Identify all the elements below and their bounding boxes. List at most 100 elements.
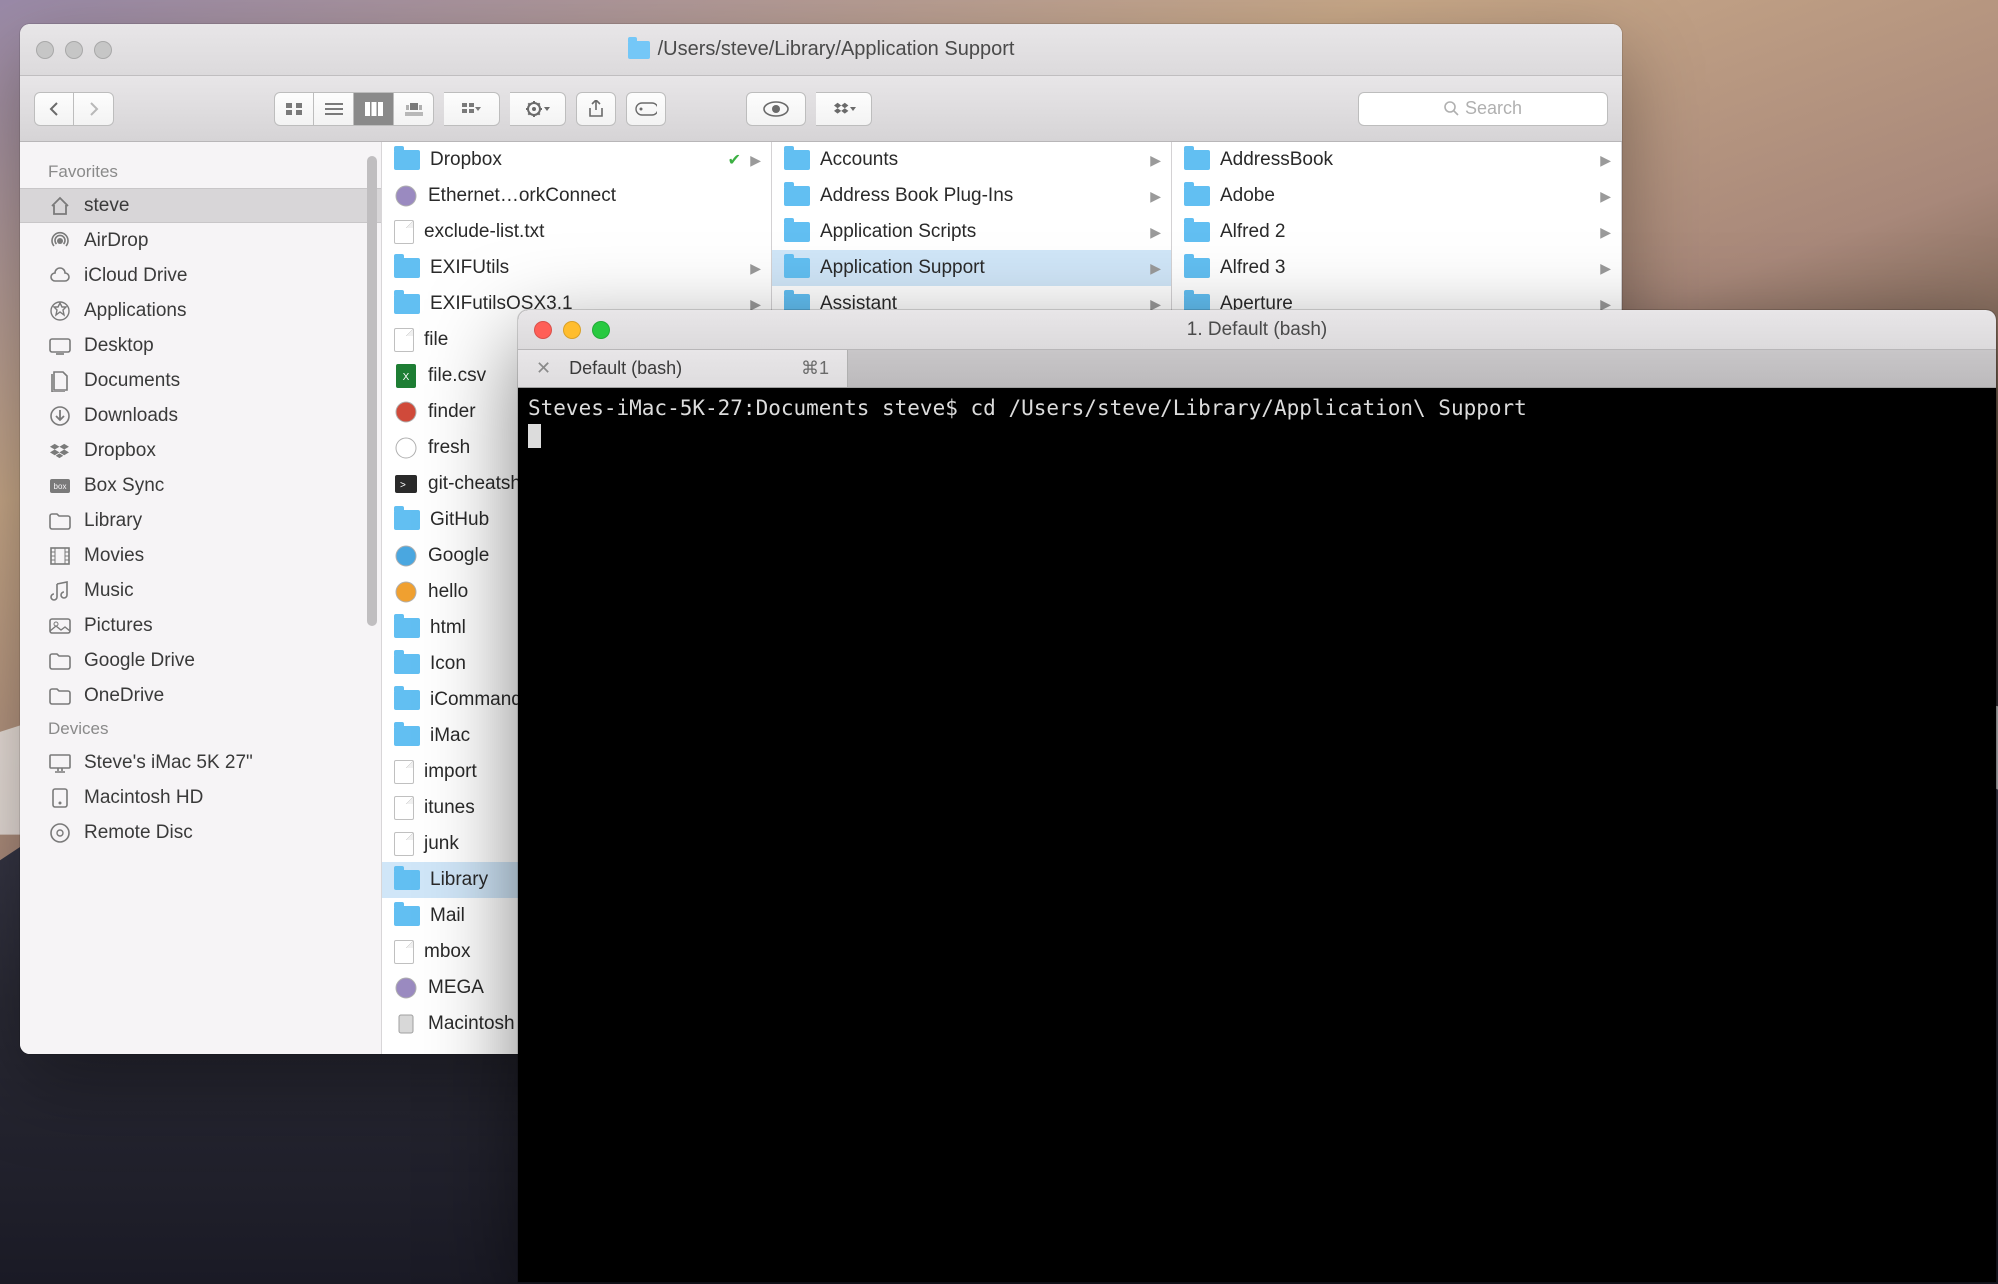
sidebar-item-label: Remote Disc [84, 822, 193, 844]
file-row[interactable]: Accounts▶ [772, 142, 1171, 178]
icon-view-button[interactable] [274, 92, 314, 126]
sidebar-item-macintosh-hd[interactable]: Macintosh HD [20, 780, 381, 815]
folder-icon [394, 618, 420, 638]
back-button[interactable] [34, 92, 74, 126]
sidebar-item-movies[interactable]: Movies [20, 538, 381, 573]
sidebar-item-label: steve [84, 195, 129, 217]
sidebar-item-label: Movies [84, 545, 144, 567]
sidebar-item-label: Documents [84, 370, 180, 392]
sidebar-item-music[interactable]: Music [20, 573, 381, 608]
file-row[interactable]: Application Scripts▶ [772, 214, 1171, 250]
terminal-titlebar[interactable]: 1. Default (bash) [518, 310, 1996, 350]
terminal-tab[interactable]: ✕ Default (bash) ⌘1 [518, 350, 848, 387]
file-name: html [430, 617, 466, 639]
sidebar-item-steve-s-imac-5k-27-[interactable]: Steve's iMac 5K 27" [20, 745, 381, 780]
hdd-icon [48, 786, 72, 810]
sidebar-item-box-sync[interactable]: boxBox Sync [20, 468, 381, 503]
sidebar-item-remote-disc[interactable]: Remote Disc [20, 815, 381, 850]
sidebar-item-airdrop[interactable]: AirDrop [20, 223, 381, 258]
file-row[interactable]: Address Book Plug-Ins▶ [772, 178, 1171, 214]
file-name: Alfred 3 [1220, 257, 1285, 279]
folder-icon [394, 870, 420, 890]
disclosure-arrow-icon: ▶ [1150, 188, 1161, 205]
sidebar-item-downloads[interactable]: Downloads [20, 398, 381, 433]
tab-close-icon[interactable]: ✕ [536, 358, 551, 379]
app-icon [394, 185, 418, 207]
sidebar-item-google-drive[interactable]: Google Drive [20, 643, 381, 678]
forward-button[interactable] [74, 92, 114, 126]
column-view-button[interactable] [354, 92, 394, 126]
finder-titlebar[interactable]: /Users/steve/Library/Application Support [20, 24, 1622, 76]
close-button[interactable] [534, 321, 552, 339]
share-button[interactable] [576, 92, 616, 126]
minimize-button[interactable] [563, 321, 581, 339]
file-row[interactable]: Application Support▶ [772, 250, 1171, 286]
action-button[interactable] [510, 92, 566, 126]
minimize-button[interactable] [65, 41, 83, 59]
file-row[interactable]: Alfred 3▶ [1172, 250, 1621, 286]
search-field[interactable]: Search [1358, 92, 1608, 126]
sidebar-item-dropbox[interactable]: Dropbox [20, 433, 381, 468]
file-name: iMac [430, 725, 470, 747]
folder-icon [1184, 222, 1210, 242]
sidebar-scrollbar[interactable] [367, 156, 377, 626]
file-name: Application Scripts [820, 221, 976, 243]
sidebar-item-icloud-drive[interactable]: iCloud Drive [20, 258, 381, 293]
imac-icon [48, 751, 72, 775]
home-icon [48, 194, 72, 218]
file-name: Application Support [820, 257, 985, 279]
coverflow-view-button[interactable] [394, 92, 434, 126]
file-row[interactable]: Ethernet…orkConnect [382, 178, 771, 214]
tags-button[interactable] [626, 92, 666, 126]
folder-icon [394, 294, 420, 314]
file-name: Ethernet…orkConnect [428, 185, 616, 207]
dropbox-toolbar-button[interactable] [816, 92, 872, 126]
file-name: Alfred 2 [1220, 221, 1285, 243]
sidebar-heading: Favorites [20, 156, 381, 188]
sidebar-item-steve[interactable]: steve [20, 188, 381, 223]
zoom-button[interactable] [94, 41, 112, 59]
sidebar-item-pictures[interactable]: Pictures [20, 608, 381, 643]
desktop-icon [48, 334, 72, 358]
box-icon: box [48, 474, 72, 498]
arrange-button[interactable] [444, 92, 500, 126]
file-name: Dropbox [430, 149, 502, 171]
sidebar-item-documents[interactable]: Documents [20, 363, 381, 398]
sidebar-item-label: Pictures [84, 615, 153, 637]
svg-text:X: X [403, 372, 410, 383]
cloud-icon [48, 264, 72, 288]
file-row[interactable]: Dropbox✔▶ [382, 142, 771, 178]
movies-icon [48, 544, 72, 568]
file-name: EXIFUtils [430, 257, 509, 279]
dropbox-icon [48, 439, 72, 463]
sidebar-item-onedrive[interactable]: OneDrive [20, 678, 381, 713]
terminal-command: cd /Users/steve/Library/Application\ Sup… [971, 396, 1527, 420]
file-row[interactable]: Adobe▶ [1172, 178, 1621, 214]
file-name: mbox [424, 941, 470, 963]
sidebar-heading: Devices [20, 713, 381, 745]
sidebar-item-label: Downloads [84, 405, 178, 427]
folder-icon [48, 684, 72, 708]
file-name: exclude-list.txt [424, 221, 544, 243]
file-row[interactable]: exclude-list.txt [382, 214, 771, 250]
close-button[interactable] [36, 41, 54, 59]
disclosure-arrow-icon: ▶ [750, 260, 761, 277]
quicklook-button[interactable] [746, 92, 806, 126]
sidebar-item-label: Steve's iMac 5K 27" [84, 752, 253, 774]
disclosure-arrow-icon: ▶ [1600, 152, 1611, 169]
file-name: import [424, 761, 477, 783]
file-row[interactable]: Alfred 2▶ [1172, 214, 1621, 250]
folder-icon [784, 222, 810, 242]
sidebar: Favorites steve AirDropiCloud DriveApplica… [20, 142, 382, 1054]
terminal-body[interactable]: Steves-iMac-5K-27:Documents steve$ cd /U… [518, 388, 1996, 1282]
zoom-button[interactable] [592, 321, 610, 339]
sidebar-item-desktop[interactable]: Desktop [20, 328, 381, 363]
sidebar-item-applications[interactable]: Applications [20, 293, 381, 328]
sidebar-item-library[interactable]: Library [20, 503, 381, 538]
list-view-button[interactable] [314, 92, 354, 126]
terminal-tabbar: ✕ Default (bash) ⌘1 [518, 350, 1996, 388]
file-row[interactable]: EXIFUtils ▶ [382, 250, 771, 286]
file-row[interactable]: AddressBook▶ [1172, 142, 1621, 178]
document-icon [394, 832, 414, 856]
document-icon [394, 796, 414, 820]
